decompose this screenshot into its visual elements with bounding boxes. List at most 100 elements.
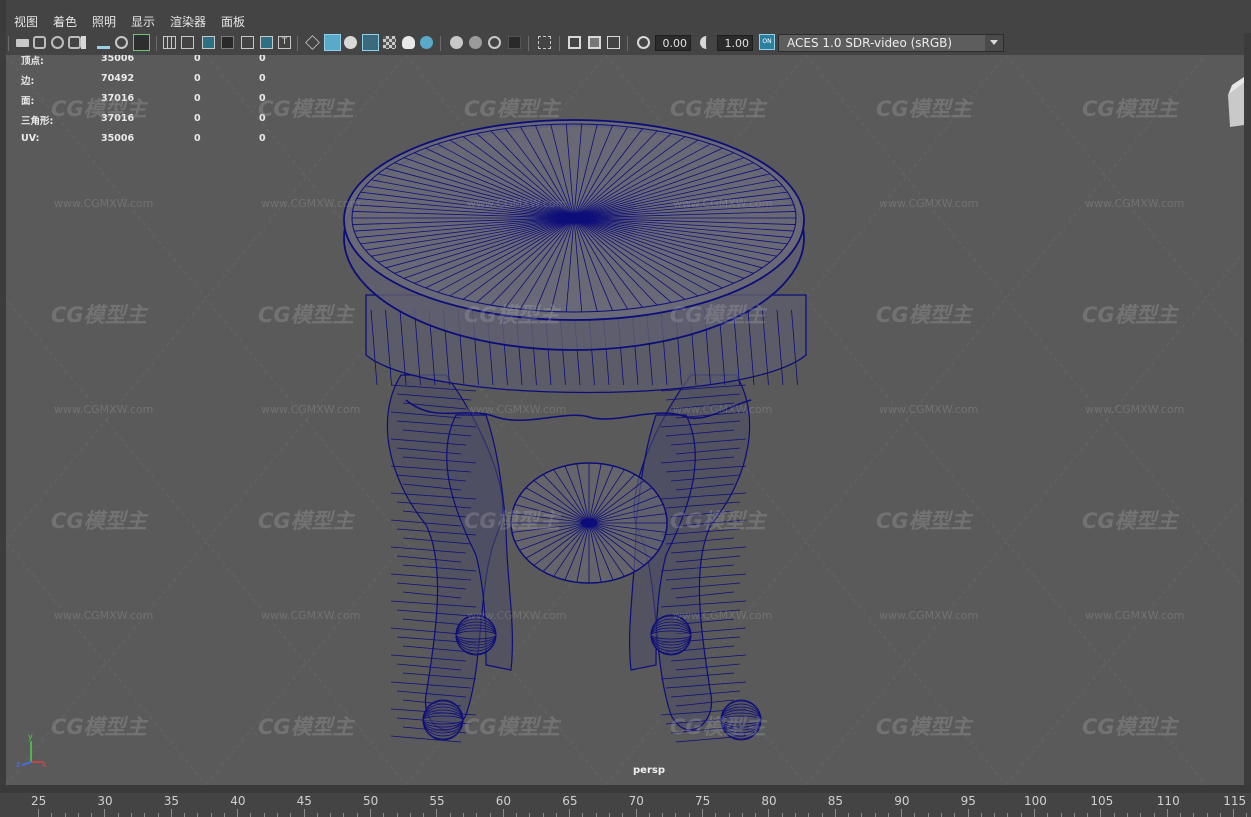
motion-blur-icon[interactable]	[469, 36, 482, 49]
multisample-aa-icon[interactable]	[488, 36, 501, 49]
watermark-url: www.CGMXW.com	[54, 403, 154, 416]
film-gate-icon[interactable]	[181, 36, 194, 49]
select-camera-icon[interactable]	[16, 39, 29, 47]
watermark-url: www.CGMXW.com	[467, 403, 567, 416]
camera-name-label: persp	[633, 765, 665, 776]
menu-view[interactable]: 视图	[14, 13, 38, 30]
snap-icon[interactable]	[115, 36, 128, 49]
view-cube[interactable]	[1228, 77, 1244, 127]
timeline-tick	[848, 813, 850, 817]
smooth-shade-icon[interactable]	[324, 34, 341, 51]
timeline-tick	[290, 813, 292, 817]
view-transform-dropdown[interactable]: ACES 1.0 SDR-video (sRGB)	[778, 34, 1004, 52]
safe-action-icon[interactable]	[260, 36, 273, 49]
timeline-tick-label: 105	[1090, 794, 1114, 808]
timeline-tick	[1047, 813, 1049, 817]
timeline-tick	[834, 809, 836, 817]
time-slider[interactable]: 25 30 35 40 45 50 55 60 65 70 75 80 85 90 95 100 105 110 1…	[0, 793, 1251, 817]
timeline-tick	[462, 813, 464, 817]
timeline-tick	[1113, 813, 1115, 817]
safe-title-icon[interactable]: T	[278, 36, 291, 49]
backface-culling-icon[interactable]	[607, 36, 620, 49]
timeline-tick-label: 85	[827, 794, 844, 808]
grid-icon[interactable]	[163, 36, 176, 49]
timeline-tick	[874, 813, 876, 817]
perspective-viewport[interactable]: 顶点: 35006 0 0 边: 70492 0 0 面: 37016 0 0 …	[6, 55, 1244, 785]
menu-lighting[interactable]: 照明	[92, 13, 116, 30]
pencil-icon[interactable]	[133, 34, 150, 51]
timeline-tick	[1219, 813, 1221, 817]
isolate-select-icon[interactable]	[538, 36, 551, 49]
watermark-logo: CG模型主	[51, 715, 147, 739]
watermark-logo: CG模型主	[258, 303, 354, 327]
use-all-lights-icon[interactable]	[402, 36, 415, 49]
timeline-tick	[914, 813, 916, 817]
timeline-tick	[184, 813, 186, 817]
menu-show[interactable]: 显示	[131, 13, 155, 30]
wireframe-on-shaded-icon[interactable]	[362, 34, 379, 51]
2d-pan-zoom-icon[interactable]	[81, 36, 86, 49]
watermark-logo: CG模型主	[670, 97, 766, 121]
watermark-url: www.CGMXW.com	[673, 197, 773, 210]
watermark-logo: CG模型主	[670, 509, 766, 533]
resolution-gate-icon[interactable]	[202, 36, 215, 49]
timeline-tick	[170, 809, 172, 817]
timeline-tick	[1100, 809, 1102, 817]
watermark-logo: CG模型主	[1082, 303, 1178, 327]
default-material-icon[interactable]	[344, 36, 357, 49]
timeline-tick	[449, 813, 451, 817]
menu-panels[interactable]: 面板	[221, 13, 245, 30]
timeline-tick	[250, 813, 252, 817]
timeline-tick-label: 25	[31, 794, 47, 808]
depth-of-field-icon[interactable]	[508, 36, 521, 49]
timeline-tick	[1140, 813, 1142, 817]
timeline-tick	[595, 813, 597, 817]
watermark-url: www.CGMXW.com	[1085, 609, 1185, 622]
watermark-url: www.CGMXW.com	[54, 197, 154, 210]
timeline-tick	[555, 813, 557, 817]
timeline-tick	[582, 813, 584, 817]
camera-attributes-icon[interactable]	[33, 36, 46, 49]
timeline-tick-label: 100	[1024, 794, 1047, 808]
menu-renderer[interactable]: 渲染器	[170, 13, 206, 30]
view-transform-toggle-icon[interactable]: ON	[759, 34, 775, 50]
screen-space-ao-icon[interactable]	[450, 36, 463, 49]
menu-shading[interactable]: 着色	[53, 13, 77, 30]
timeline-tick	[1007, 813, 1009, 817]
timeline-tick	[1060, 813, 1062, 817]
wireframe-icon[interactable]	[305, 35, 320, 50]
shadows-icon[interactable]	[420, 36, 433, 49]
timeline-tick	[808, 813, 810, 817]
gate-mask-icon[interactable]	[221, 36, 234, 49]
timeline-tick	[502, 809, 504, 817]
timeline-tick-label: 90	[894, 794, 910, 808]
image-plane-icon[interactable]	[68, 36, 81, 49]
exposure-icon[interactable]	[637, 36, 650, 49]
timeline-tick	[144, 813, 146, 817]
timeline-tick	[715, 813, 717, 817]
grease-pencil-icon[interactable]	[97, 36, 110, 49]
timeline-tick-label: 45	[296, 794, 312, 808]
timeline-tick	[529, 813, 531, 817]
xray-icon[interactable]	[383, 36, 396, 49]
watermark-logo: CG模型主	[1082, 97, 1178, 121]
timeline-tick	[954, 813, 956, 817]
bookmarks-icon[interactable]	[51, 36, 64, 49]
xray-active-components-icon[interactable]	[588, 36, 601, 49]
gamma-field[interactable]: 1.00	[717, 35, 753, 51]
field-chart-icon[interactable]	[241, 36, 254, 49]
watermark-logo: CG模型主	[1082, 715, 1178, 739]
xray-joints-icon[interactable]	[568, 36, 581, 49]
watermark-logo: CG模型主	[464, 303, 560, 327]
watermark-url: www.CGMXW.com	[673, 403, 773, 416]
timeline-tick	[768, 809, 770, 817]
wireframe-table-model[interactable]	[343, 119, 807, 743]
watermark-url: www.CGMXW.com	[879, 197, 979, 210]
timeline-tick	[675, 813, 677, 817]
exposure-field[interactable]: 0.00	[655, 35, 691, 51]
timeline-tick	[821, 813, 823, 817]
watermark-logo: CG模型主	[464, 715, 560, 739]
timeline-tick	[104, 809, 106, 817]
watermark-logo: CG模型主	[876, 715, 972, 739]
gamma-icon[interactable]	[700, 36, 713, 49]
